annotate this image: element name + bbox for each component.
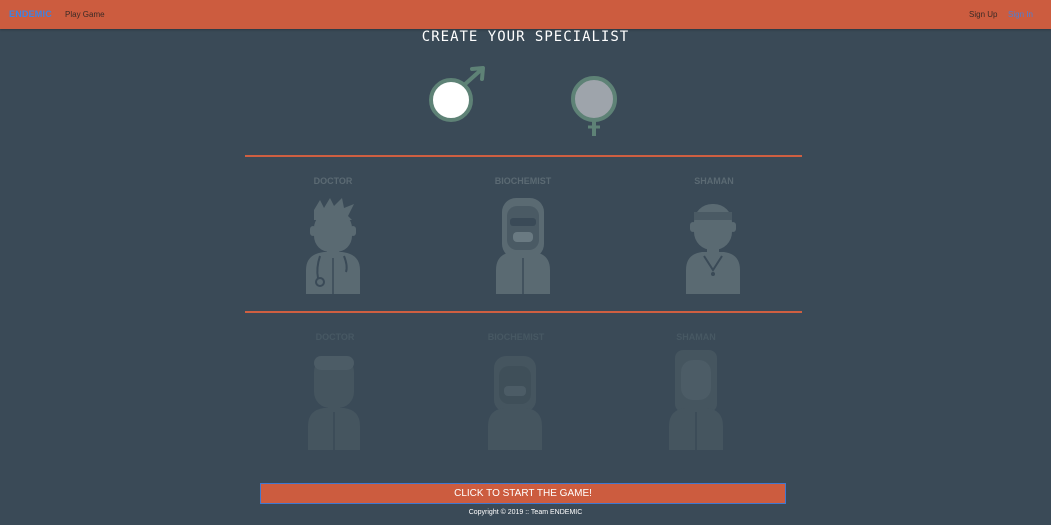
nav-sign-up-link[interactable]: Sign Up [969, 10, 997, 19]
gender-option-female[interactable] [568, 74, 622, 138]
specialist-shaman-female[interactable] [667, 350, 725, 450]
specialist-label-doctor: DOCTOR [313, 176, 353, 186]
specialist-doctor-male[interactable] [300, 196, 364, 294]
specialist-label-biochemist: BIOCHEMIST [494, 176, 552, 186]
divider-bottom [245, 311, 802, 313]
footer-copyright: Copyright © 2019 :: Team ENDEMIC [468, 509, 583, 516]
specialist-shaman-male[interactable] [682, 198, 744, 294]
specialist-biochemist-male[interactable] [492, 196, 554, 294]
specialist-doctor-female[interactable] [304, 352, 364, 450]
specialist-label-shaman: SHAMAN [694, 176, 734, 186]
shaman-avatar-icon [669, 350, 723, 450]
female-icon [571, 76, 617, 136]
specialist-biochemist-female[interactable] [486, 354, 544, 450]
doctor-avatar-icon [306, 198, 360, 294]
brand-logo[interactable]: ENDEMIC [9, 9, 52, 19]
specialist-label-biochemist: BIOCHEMIST [487, 332, 545, 342]
page-title: CREATE YOUR SPECIALIST [421, 29, 630, 45]
navbar: ENDEMIC Play Game Sign Up Sign In [0, 0, 1051, 29]
shaman-avatar-icon [686, 204, 740, 294]
start-game-button[interactable]: CLICK TO START THE GAME! [260, 483, 786, 504]
specialist-label-doctor: DOCTOR [315, 332, 355, 342]
gender-option-male[interactable] [426, 64, 488, 126]
specialist-label-shaman: SHAMAN [676, 332, 716, 342]
biochemist-avatar-icon [496, 198, 550, 294]
nav-play-game-link[interactable]: Play Game [65, 10, 105, 19]
doctor-avatar-icon [308, 356, 360, 450]
biochemist-avatar-icon [488, 356, 542, 450]
nav-sign-in-link[interactable]: Sign In [1008, 10, 1033, 19]
male-icon [429, 66, 485, 122]
divider-top [245, 155, 802, 157]
